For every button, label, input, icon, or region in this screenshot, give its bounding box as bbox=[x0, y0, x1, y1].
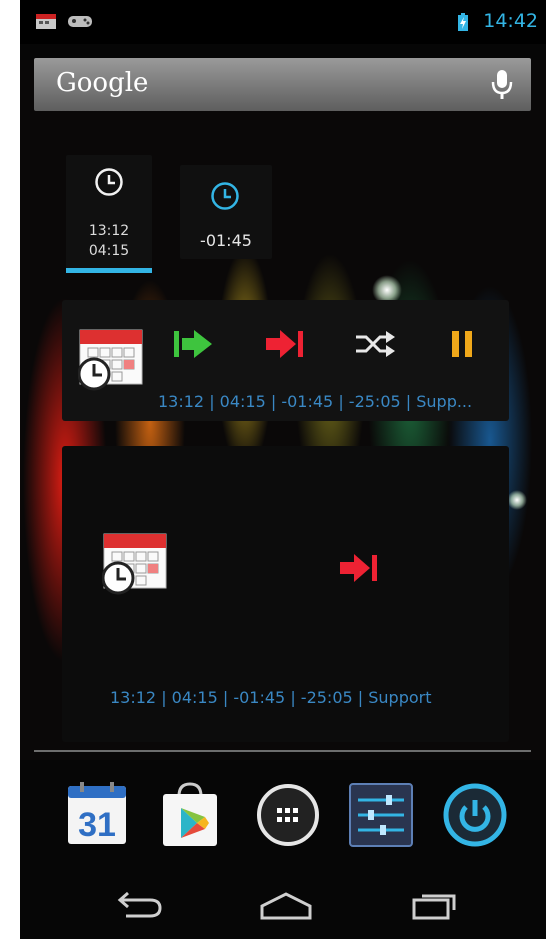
app-drawer-icon[interactable] bbox=[253, 780, 323, 850]
clock-widget-selected[interactable]: 13:12 04:15 bbox=[66, 155, 152, 273]
time-widget-controls: 13:12 | 04:15 | -01:45 | -25:05 | Supp..… bbox=[62, 300, 509, 421]
calendar-clock-icon[interactable] bbox=[102, 528, 168, 598]
skip-next-button[interactable] bbox=[264, 328, 306, 360]
skip-start-button[interactable] bbox=[172, 328, 214, 360]
status-time: 14:42 bbox=[483, 10, 538, 32]
calendar-date: 31 bbox=[78, 806, 116, 844]
settings-app-icon[interactable] bbox=[346, 780, 416, 850]
clock-widget-time-2: 04:15 bbox=[88, 243, 130, 259]
widget-status-text: 13:12 | 04:15 | -01:45 | -25:05 | Suppor… bbox=[110, 688, 432, 707]
widget-status-text: 13:12 | 04:15 | -01:45 | -25:05 | Supp..… bbox=[158, 392, 473, 411]
status-bar: 14:42 bbox=[20, 0, 546, 44]
clock-icon bbox=[95, 168, 123, 196]
selection-indicator bbox=[66, 268, 152, 273]
back-button-icon[interactable] bbox=[112, 890, 164, 922]
countdown-value: -01:45 bbox=[200, 231, 252, 250]
pause-button[interactable] bbox=[450, 328, 474, 360]
time-widget-full: 13:12 | 04:15 | -01:45 | -25:05 | Suppor… bbox=[62, 446, 509, 742]
phone-screen: 14:42 Google 13:12 04:15 -01:45 13:12 | … bbox=[20, 0, 546, 939]
calendar-app-icon[interactable]: 31 bbox=[62, 780, 132, 850]
gamepad-notification-icon bbox=[68, 16, 92, 27]
calendar-clock-icon[interactable] bbox=[78, 324, 144, 394]
power-control-icon[interactable] bbox=[440, 780, 510, 850]
play-store-icon[interactable] bbox=[155, 780, 225, 850]
google-search-label: Google bbox=[56, 68, 149, 98]
shuffle-button[interactable] bbox=[354, 328, 398, 360]
battery-icon bbox=[458, 13, 468, 31]
microphone-icon[interactable] bbox=[489, 69, 515, 101]
clock-icon bbox=[211, 182, 239, 210]
dock-divider bbox=[34, 750, 531, 752]
home-button-icon[interactable] bbox=[258, 890, 314, 922]
clock-widget-countdown[interactable]: -01:45 bbox=[180, 165, 272, 259]
skip-next-button[interactable] bbox=[338, 552, 380, 584]
wallpaper-glow bbox=[507, 490, 527, 510]
clock-widget-time-1: 13:12 bbox=[88, 223, 130, 239]
recent-apps-button-icon[interactable] bbox=[410, 890, 462, 922]
calendar-notification-icon bbox=[36, 14, 56, 29]
google-search-bar[interactable]: Google bbox=[34, 58, 531, 111]
